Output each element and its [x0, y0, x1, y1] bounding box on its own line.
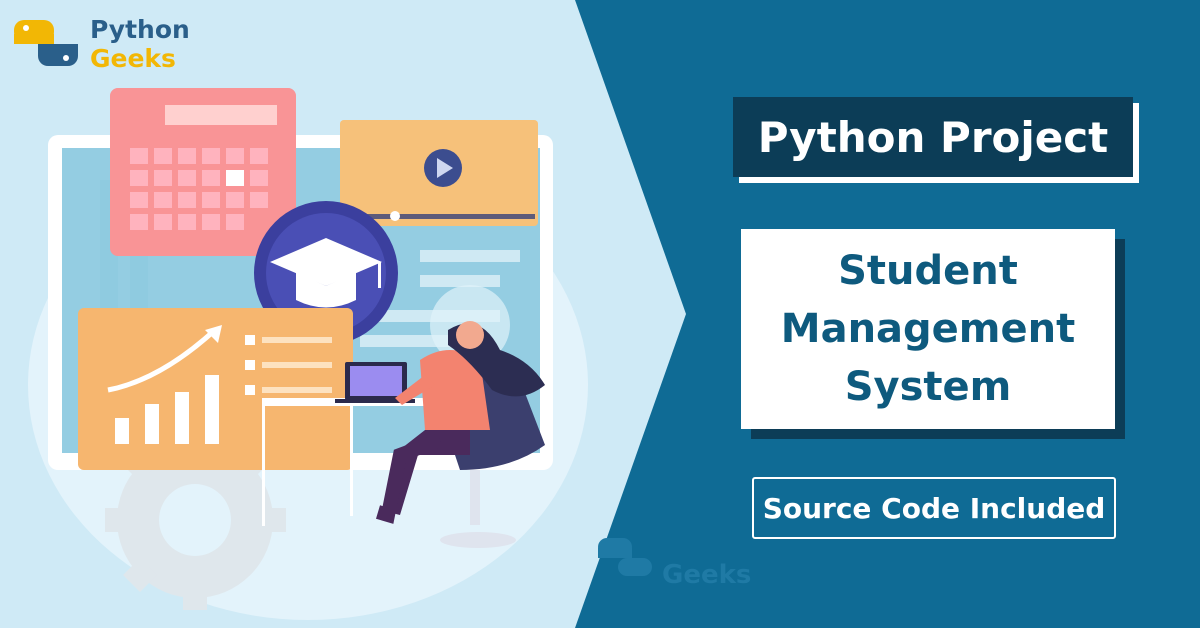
watermark-python-icon — [598, 538, 652, 576]
growth-chart-icon — [78, 308, 353, 470]
source-code-label: Source Code Included — [762, 491, 1106, 525]
python-logo-icon — [14, 20, 78, 66]
subject-line-3: System — [844, 364, 1012, 410]
video-player-icon — [340, 120, 538, 226]
project-title: Python Project — [757, 112, 1109, 162]
source-code-badge: Source Code Included — [752, 477, 1116, 539]
watermark-text: Geeks — [662, 560, 752, 590]
logo-name-python: Python — [90, 15, 190, 44]
subject-line-1: Student — [838, 248, 1018, 294]
logo-name-geeks: Geeks — [90, 44, 176, 73]
student-study-illustration — [48, 88, 553, 610]
subject-line-2: Management — [780, 306, 1076, 352]
banner-canvas: Python Geeks Python Project Student Mana… — [0, 0, 1200, 628]
project-title-box: Python Project — [733, 97, 1133, 177]
brand-logo: Python Geeks — [12, 14, 212, 74]
watermark-logo: Geeks — [596, 534, 796, 594]
project-subject-box: Student Management System — [741, 229, 1115, 429]
